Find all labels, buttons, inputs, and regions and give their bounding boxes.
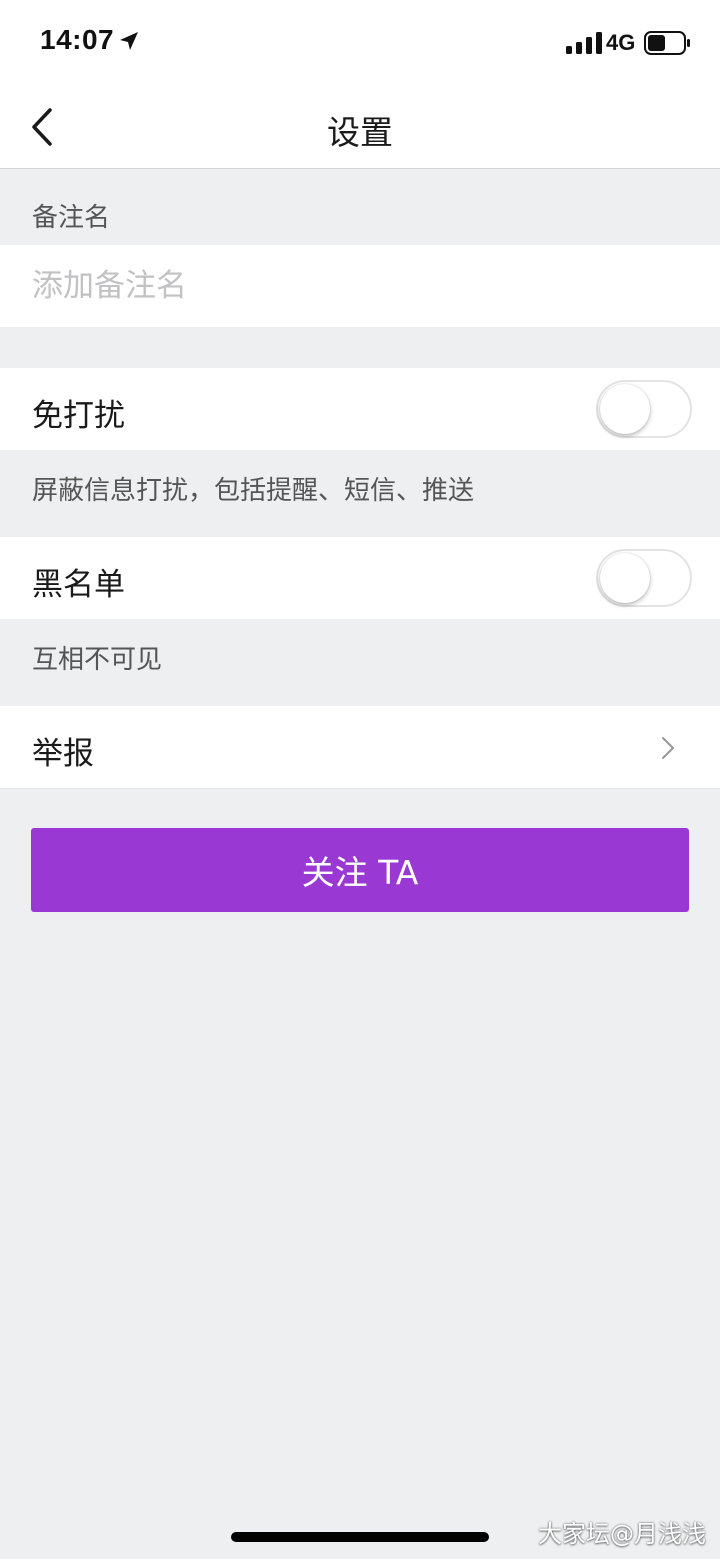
home-indicator[interactable] <box>231 1532 489 1542</box>
location-arrow-icon <box>120 32 138 50</box>
do-not-disturb-toggle[interactable] <box>596 380 692 438</box>
remark-section-header: 备注名 <box>32 203 111 233</box>
blacklist-toggle[interactable] <box>596 549 692 607</box>
report-row[interactable]: 举报 <box>0 706 720 789</box>
report-label: 举报 <box>32 736 94 772</box>
cellular-signal-icon <box>566 32 602 54</box>
network-type: 4G <box>606 30 636 55</box>
status-bar: 14:07 4G <box>0 0 720 86</box>
status-time: 14:07 <box>40 24 115 55</box>
do-not-disturb-label: 免打扰 <box>32 398 125 434</box>
toggle-knob <box>600 384 650 434</box>
remark-input[interactable] <box>30 245 684 327</box>
do-not-disturb-row: 免打扰 <box>0 368 720 450</box>
do-not-disturb-description: 屏蔽信息打扰，包括提醒、短信、推送 <box>32 476 475 506</box>
nav-bar: 设置 <box>0 86 720 169</box>
toggle-knob <box>600 553 650 603</box>
remark-row <box>0 245 720 327</box>
blacklist-label: 黑名单 <box>32 567 125 603</box>
watermark: 大家坛@月浅浅 <box>538 1520 706 1548</box>
chevron-right-icon <box>661 736 675 760</box>
blacklist-description: 互相不可见 <box>32 645 163 675</box>
follow-button[interactable]: 关注 TA <box>31 828 689 912</box>
blacklist-row: 黑名单 <box>0 537 720 619</box>
page-title: 设置 <box>327 113 393 152</box>
battery-icon <box>644 31 690 55</box>
